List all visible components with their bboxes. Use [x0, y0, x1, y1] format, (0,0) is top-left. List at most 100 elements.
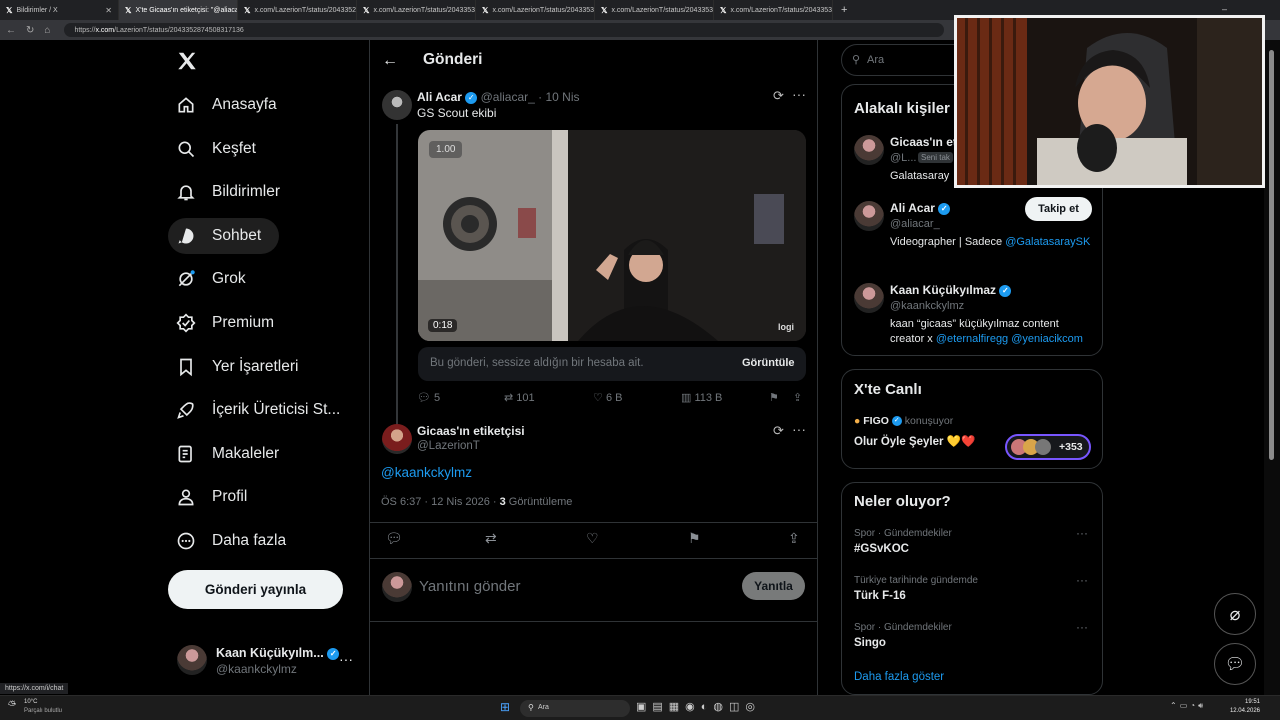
more-options-icon[interactable]: ···: [792, 86, 806, 102]
weather-icon[interactable]: ⛅︎: [8, 700, 16, 711]
grok-icon[interactable]: ⟳: [773, 88, 784, 104]
person-avatar[interactable]: [854, 201, 884, 231]
taskbar-app-icons[interactable]: ▣▤▦◉◐◍◫◎: [636, 700, 761, 713]
nav-item-profile[interactable]: Profil: [176, 479, 247, 515]
browser-tab[interactable]: 𝕏 x.com/LazerionT/status/20433532 ✕: [476, 0, 595, 20]
browser-tab[interactable]: 𝕏 x.com/LazerionT/status/20433535 ✕: [714, 0, 833, 20]
nav-item-rocket[interactable]: İçerik Üreticisi St...: [176, 392, 340, 428]
browser-tab[interactable]: 𝕏 Bildirimler / X ✕: [0, 0, 119, 20]
repost-action[interactable]: ⇄ 101: [504, 391, 535, 404]
reply-icon[interactable]: 💬︎: [385, 530, 403, 547]
nav-item-bell[interactable]: Bildirimler: [176, 174, 280, 210]
reply-button[interactable]: Yanıtla: [742, 572, 805, 600]
views-action[interactable]: ▥ 113 B: [681, 391, 722, 404]
trend-more-icon[interactable]: ···: [1076, 526, 1088, 540]
heart-icon[interactable]: ♡: [586, 530, 599, 547]
listeners-pill[interactable]: +353: [1005, 434, 1091, 460]
reply-input[interactable]: Yanıtını gönder: [419, 578, 520, 595]
nav-item-bookmark[interactable]: Yer İşaretleri: [176, 349, 298, 385]
person-bio-text: Galatasaray: [890, 170, 950, 182]
view-button[interactable]: Görüntüle: [742, 357, 795, 369]
browser-tab[interactable]: 𝕏 x.com/LazerionT/status/20433529 ✕: [238, 0, 357, 20]
author-avatar[interactable]: [382, 90, 412, 120]
person-handle-text: @L...: [890, 152, 917, 164]
person-name[interactable]: Ali Acar ✓: [890, 201, 951, 215]
quoted-action-bar: 💬︎ 5 ⇄ 101 ♡ 6 B ▥ 113 B ⚑ ⇪: [417, 391, 809, 407]
x-logo-icon[interactable]: [176, 50, 198, 77]
person-name[interactable]: Kaan Küçükyılmaz ✓: [890, 283, 1012, 297]
grok-icon[interactable]: ⟳: [773, 423, 784, 439]
author-avatar[interactable]: [382, 424, 412, 454]
back-arrow-icon[interactable]: ←: [6, 25, 16, 36]
space-title[interactable]: Olur Öyle Şeyler 💛❤️: [854, 434, 975, 448]
mention-link[interactable]: @kaankckylmz: [381, 465, 472, 480]
nav-item-grok[interactable]: Grok: [176, 261, 246, 297]
share-icon[interactable]: ⇪: [793, 391, 802, 404]
trend-more-icon[interactable]: ···: [1076, 573, 1088, 587]
search-input[interactable]: Ara: [867, 54, 884, 66]
quoted-author[interactable]: Ali Acar: [417, 90, 462, 104]
person-avatar[interactable]: [854, 283, 884, 313]
back-arrow-icon[interactable]: ←: [382, 52, 398, 70]
playback-speed-badge[interactable]: 1.00: [429, 141, 463, 158]
person-bio-link[interactable]: @eternalfiregg @yeniacikcom: [936, 333, 1083, 345]
trend-item[interactable]: Spor · Gündemdekiler #GSvKOC ···: [842, 524, 1102, 564]
new-tab-icon[interactable]: +: [833, 4, 855, 16]
main-handle[interactable]: @LazerionT: [417, 440, 480, 452]
nav-item-search[interactable]: Keşfet: [176, 131, 256, 167]
main-author[interactable]: Gicaas'ın etiketçisi: [417, 424, 525, 438]
close-tab-icon[interactable]: ✕: [105, 6, 112, 15]
view-count: 113 B: [694, 392, 723, 404]
post-timestamp: ÖS 6:37 · 12 Nis 2026 ·: [381, 496, 500, 508]
bookmark-icon[interactable]: ⚑: [769, 391, 779, 404]
follow-button[interactable]: Takip et: [1025, 197, 1092, 221]
taskbar-search[interactable]: ⚲ Ara: [520, 700, 630, 717]
x-favicon-icon: 𝕏: [363, 5, 370, 15]
browser-tab-title: x.com/LazerionT/status/20433535: [730, 6, 833, 14]
repost-icon[interactable]: ⇄: [485, 530, 497, 547]
browser-tab[interactable]: 𝕏 X'te Gicaas'ın etiketçisi: "@aliaca ✕: [119, 0, 238, 20]
nav-item-chat[interactable]: Sohbet: [168, 217, 280, 254]
share-icon[interactable]: ⇪: [788, 530, 800, 547]
more-options-icon[interactable]: ···: [792, 421, 806, 437]
trend-item[interactable]: Spor · Gündemdekiler Singo ···: [842, 618, 1102, 658]
page-scrollbar[interactable]: [1264, 40, 1280, 695]
nav-item-home[interactable]: Anasayfa: [176, 87, 277, 123]
person-bio-link[interactable]: @GalatasaraySK: [1005, 236, 1090, 248]
account-more-icon[interactable]: ···: [339, 651, 353, 667]
reload-icon[interactable]: ↻: [26, 25, 34, 36]
browser-tab[interactable]: 𝕏 x.com/LazerionT/status/20433534 ✕: [595, 0, 714, 20]
grok-float-icon[interactable]: ⌀: [1214, 593, 1256, 635]
account-avatar[interactable]: [177, 645, 207, 675]
nav-item-label: Profil: [212, 488, 248, 506]
browser-tab[interactable]: 𝕏 x.com/LazerionT/status/20433531 ✕: [357, 0, 476, 20]
post-button[interactable]: Gönderi yayınla: [168, 570, 343, 609]
bookmark-icon[interactable]: ⚑: [688, 530, 701, 547]
person-name-text: Ali Acar: [890, 201, 935, 215]
trend-item[interactable]: Türkiye tarihinde gündemde Türk F-16 ···: [842, 571, 1102, 611]
windows-start-icon[interactable]: ⊞: [500, 700, 510, 714]
quoted-handle[interactable]: @aliacar_: [481, 90, 535, 104]
trend-name: Türk F-16: [854, 590, 906, 602]
muted-account-notice: Bu gönderi, sessize aldığın bir hesaba a…: [418, 347, 806, 381]
heart-icon: ♡: [593, 392, 603, 404]
tray-icons[interactable]: ⌃▭◔🔊︎: [1170, 701, 1206, 711]
chat-float-icon[interactable]: 💬︎: [1214, 643, 1256, 685]
taskbar-search-icon: ⚲: [528, 703, 534, 712]
url-field[interactable]: https://x.com/LazerionT/status/204335287…: [64, 23, 945, 37]
person-avatar[interactable]: [854, 135, 884, 165]
show-more-link[interactable]: Daha fazla göster: [854, 671, 944, 683]
reply-action[interactable]: 💬︎ 5: [417, 391, 440, 404]
video-player[interactable]: 1.00 0:18 logi: [418, 130, 806, 341]
account-name[interactable]: Kaan Küçükyılm... ✓: [216, 646, 340, 660]
nav-item-premium[interactable]: Premium: [176, 305, 274, 341]
space-host[interactable]: ● FIGO ✓ konuşuyor: [854, 415, 953, 427]
nav-item-more-circle[interactable]: Daha fazla: [176, 523, 286, 559]
clock-date: 12.04.2026: [1229, 708, 1260, 714]
like-action[interactable]: ♡ 6 B: [593, 391, 622, 404]
trend-more-icon[interactable]: ···: [1076, 620, 1088, 634]
nav-item-article[interactable]: Makaleler: [176, 436, 279, 472]
home-icon[interactable]: ⌂: [44, 25, 50, 36]
scrollbar-thumb[interactable]: [1269, 50, 1274, 460]
divider: [370, 558, 817, 559]
